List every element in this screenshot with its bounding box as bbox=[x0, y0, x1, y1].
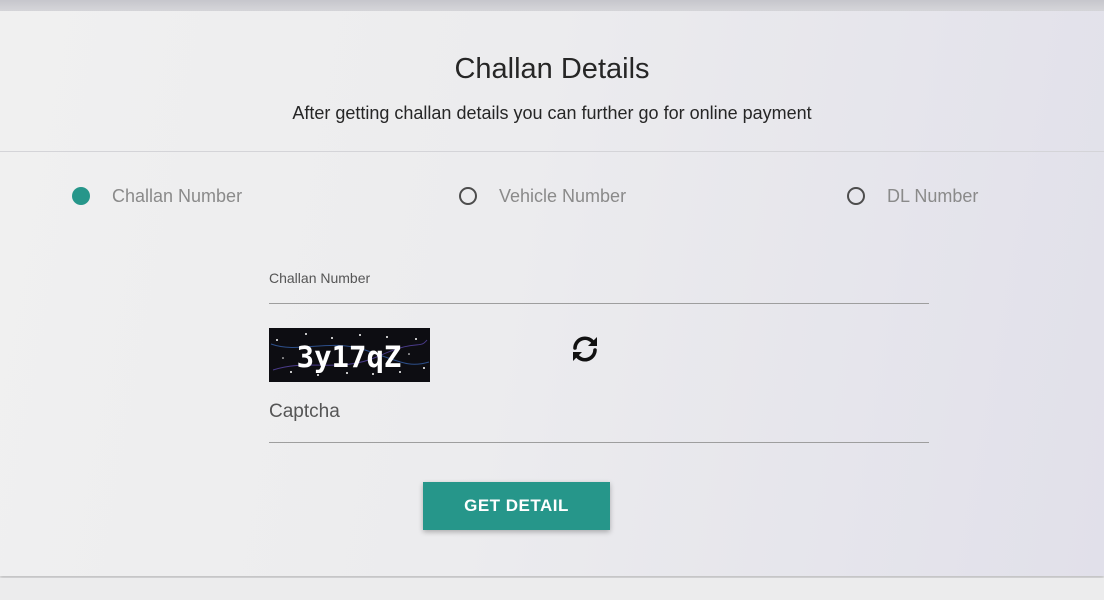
refresh-glyph bbox=[573, 336, 597, 362]
radio-label: Vehicle Number bbox=[499, 185, 627, 206]
radio-unchecked-icon bbox=[847, 187, 865, 205]
page-bottom-strip bbox=[0, 578, 1104, 600]
challan-number-input[interactable] bbox=[269, 285, 928, 301]
page-title: Challan Details bbox=[454, 53, 650, 85]
radio-challan-number[interactable]: Challan Number bbox=[72, 184, 242, 208]
radio-label: DL Number bbox=[887, 185, 979, 206]
captcha-input[interactable] bbox=[269, 399, 928, 425]
card-header: Challan Details After getting challan de… bbox=[0, 11, 1104, 151]
get-detail-button[interactable]: GET DETAIL bbox=[423, 482, 610, 530]
captcha-input-underline bbox=[269, 442, 929, 443]
radio-unchecked-icon bbox=[459, 187, 477, 205]
header-divider bbox=[0, 151, 1104, 152]
challan-card: Challan Details After getting challan de… bbox=[0, 11, 1104, 576]
page-subtitle: After getting challan details you can fu… bbox=[292, 103, 812, 123]
captcha-text: 3y17qZ bbox=[297, 340, 402, 374]
challan-input-underline bbox=[269, 303, 929, 304]
refresh-icon[interactable] bbox=[567, 331, 603, 367]
browser-top-strip bbox=[0, 0, 1104, 11]
radio-label: Challan Number bbox=[112, 185, 243, 206]
captcha-graphic: 3y17qZ bbox=[270, 333, 430, 376]
captcha-image: 3y17qZ bbox=[269, 328, 430, 382]
radio-vehicle-number[interactable]: Vehicle Number bbox=[459, 184, 626, 208]
radio-dl-number[interactable]: DL Number bbox=[847, 184, 978, 208]
challan-number-label: Challan Number bbox=[269, 270, 371, 286]
radio-checked-icon bbox=[72, 187, 90, 205]
